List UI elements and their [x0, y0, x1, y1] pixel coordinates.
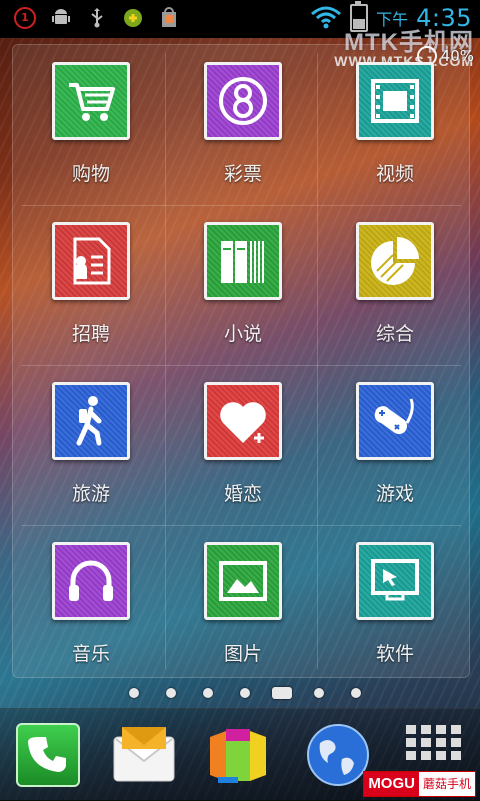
- app-video[interactable]: 视频: [317, 45, 473, 205]
- shopping-cart-icon[interactable]: [52, 62, 130, 140]
- app-label: 游戏: [375, 483, 414, 505]
- page-dot[interactable]: [351, 688, 361, 698]
- app-dating[interactable]: 婚恋: [165, 365, 321, 525]
- app-label: 招聘: [71, 323, 110, 345]
- page-dot[interactable]: [240, 688, 250, 698]
- browser-icon[interactable]: [306, 723, 370, 787]
- app-label: 综合: [375, 323, 414, 345]
- app-grid-panel: 购物 彩票 视频 招聘 小说 综合 旅游 婚恋 游戏 音乐 图片 软件: [12, 44, 470, 678]
- books-icon[interactable]: [204, 222, 282, 300]
- app-lottery[interactable]: 彩票: [165, 45, 321, 205]
- headphones-icon[interactable]: [52, 542, 130, 620]
- page-dot-active[interactable]: [272, 687, 292, 699]
- app-label: 婚恋: [223, 483, 262, 505]
- gamepad-icon[interactable]: [356, 382, 434, 460]
- app-label: 购物: [71, 163, 110, 185]
- app-general[interactable]: 综合: [317, 205, 473, 365]
- app-software[interactable]: 软件: [317, 525, 473, 685]
- phone-icon[interactable]: [16, 723, 80, 787]
- game-controller-icon: [122, 7, 144, 29]
- page-dot[interactable]: [166, 688, 176, 698]
- page-dot[interactable]: [203, 688, 213, 698]
- brand-watermark: MOGU 蘑菇手机: [363, 771, 476, 797]
- gallery-icon[interactable]: [206, 723, 270, 787]
- lottery-icon[interactable]: [204, 62, 282, 140]
- app-label: 软件: [375, 643, 414, 665]
- app-label: 音乐: [71, 643, 110, 665]
- app-travel[interactable]: 旅游: [13, 365, 169, 525]
- app-label: 小说: [223, 323, 262, 345]
- app-pictures[interactable]: 图片: [165, 525, 321, 685]
- app-jobs[interactable]: 招聘: [13, 205, 169, 365]
- hiker-icon[interactable]: [52, 382, 130, 460]
- market-icon: [158, 7, 180, 29]
- brand-text-secondary: 蘑菇手机: [422, 777, 471, 791]
- notification-count-badge[interactable]: 1: [14, 7, 36, 29]
- app-label: 旅游: [71, 483, 110, 505]
- app-music[interactable]: 音乐: [13, 525, 169, 685]
- usb-icon: [86, 7, 108, 29]
- dock: MOGU 蘑菇手机: [0, 708, 480, 801]
- page-dot[interactable]: [314, 688, 324, 698]
- film-icon[interactable]: [356, 62, 434, 140]
- page-dot[interactable]: [129, 688, 139, 698]
- monitor-icon[interactable]: [356, 542, 434, 620]
- app-novels[interactable]: 小说: [165, 205, 321, 365]
- heart-icon[interactable]: [204, 382, 282, 460]
- app-label: 彩票: [223, 163, 262, 185]
- page-indicator[interactable]: [0, 686, 480, 700]
- app-label: 图片: [223, 643, 262, 665]
- app-games[interactable]: 游戏: [317, 365, 473, 525]
- messaging-icon[interactable]: [112, 723, 176, 787]
- app-label: 视频: [375, 163, 414, 185]
- picture-icon[interactable]: [204, 542, 282, 620]
- app-shopping[interactable]: 购物: [13, 45, 169, 205]
- android-debug-icon: [50, 7, 72, 29]
- chart-pie-icon[interactable]: [356, 222, 434, 300]
- resume-icon[interactable]: [52, 222, 130, 300]
- brand-text-primary: MOGU: [364, 772, 419, 796]
